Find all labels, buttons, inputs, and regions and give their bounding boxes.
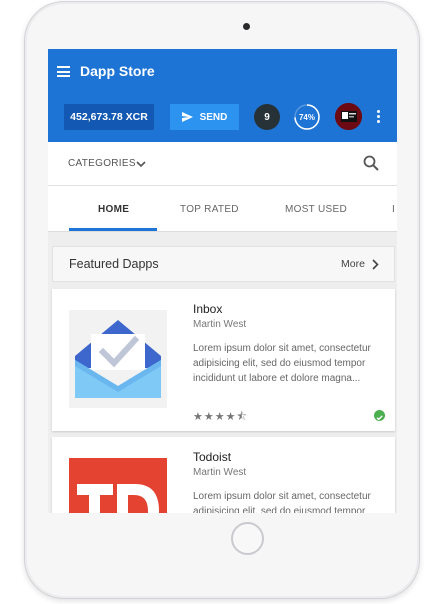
send-label: SEND xyxy=(199,111,228,123)
star-rating: ★★★★⯪ xyxy=(193,411,248,423)
notification-badge[interactable]: 9 xyxy=(254,104,280,130)
inbox-app-icon xyxy=(69,310,167,408)
send-button[interactable]: SEND xyxy=(170,104,239,130)
progress-ring: 74% xyxy=(293,103,321,131)
app-author: Martin West xyxy=(193,319,247,330)
app-bar: Dapp Store 452,673.78 XCR SEND 9 74% xyxy=(48,49,397,142)
chevron-down-icon[interactable] xyxy=(136,160,146,168)
chevron-right-icon[interactable] xyxy=(372,259,379,270)
app-name: Todoist xyxy=(193,450,232,464)
search-icon[interactable] xyxy=(363,155,379,171)
app-description: Lorem ipsum dolor sit amet, consectetur … xyxy=(193,343,371,384)
tab-most-used[interactable]: MOST USED xyxy=(285,204,347,215)
app-name: Inbox xyxy=(193,302,223,316)
featured-header: Featured Dapps More xyxy=(52,246,395,282)
app-card-todoist[interactable]: Todoist Martin West Lorem ipsum dolor si… xyxy=(52,437,395,513)
todoist-app-icon xyxy=(69,458,167,513)
progress-label: 74% xyxy=(298,112,315,122)
categories-dropdown[interactable]: CATEGORIES xyxy=(68,158,136,169)
active-tab-indicator xyxy=(69,228,157,231)
menu-icon[interactable] xyxy=(57,66,70,77)
categories-bar: CATEGORIES xyxy=(48,142,397,186)
home-button[interactable] xyxy=(231,522,264,555)
tab-overflow[interactable]: I xyxy=(392,204,395,215)
more-link[interactable]: More xyxy=(341,258,365,270)
tab-home[interactable]: HOME xyxy=(98,204,129,215)
verified-check-icon xyxy=(374,410,385,421)
app-author: Martin West xyxy=(193,467,247,478)
tab-bar: HOME TOP RATED MOST USED I xyxy=(48,186,397,232)
camera xyxy=(243,23,250,30)
tab-top-rated[interactable]: TOP RATED xyxy=(180,204,239,215)
app-card-inbox[interactable]: Inbox Martin West Lorem ipsum dolor sit … xyxy=(52,289,395,431)
more-vert-icon[interactable] xyxy=(377,110,381,124)
app-screen: Dapp Store 452,673.78 XCR SEND 9 74% CAT… xyxy=(48,49,397,513)
avatar[interactable] xyxy=(335,103,362,130)
app-description: Lorem ipsum dolor sit amet, consectetur … xyxy=(193,491,371,513)
balance-display: 452,673.78 XCR xyxy=(64,104,154,130)
send-icon xyxy=(181,112,193,122)
app-title: Dapp Store xyxy=(80,63,155,79)
featured-title: Featured Dapps xyxy=(69,257,159,271)
